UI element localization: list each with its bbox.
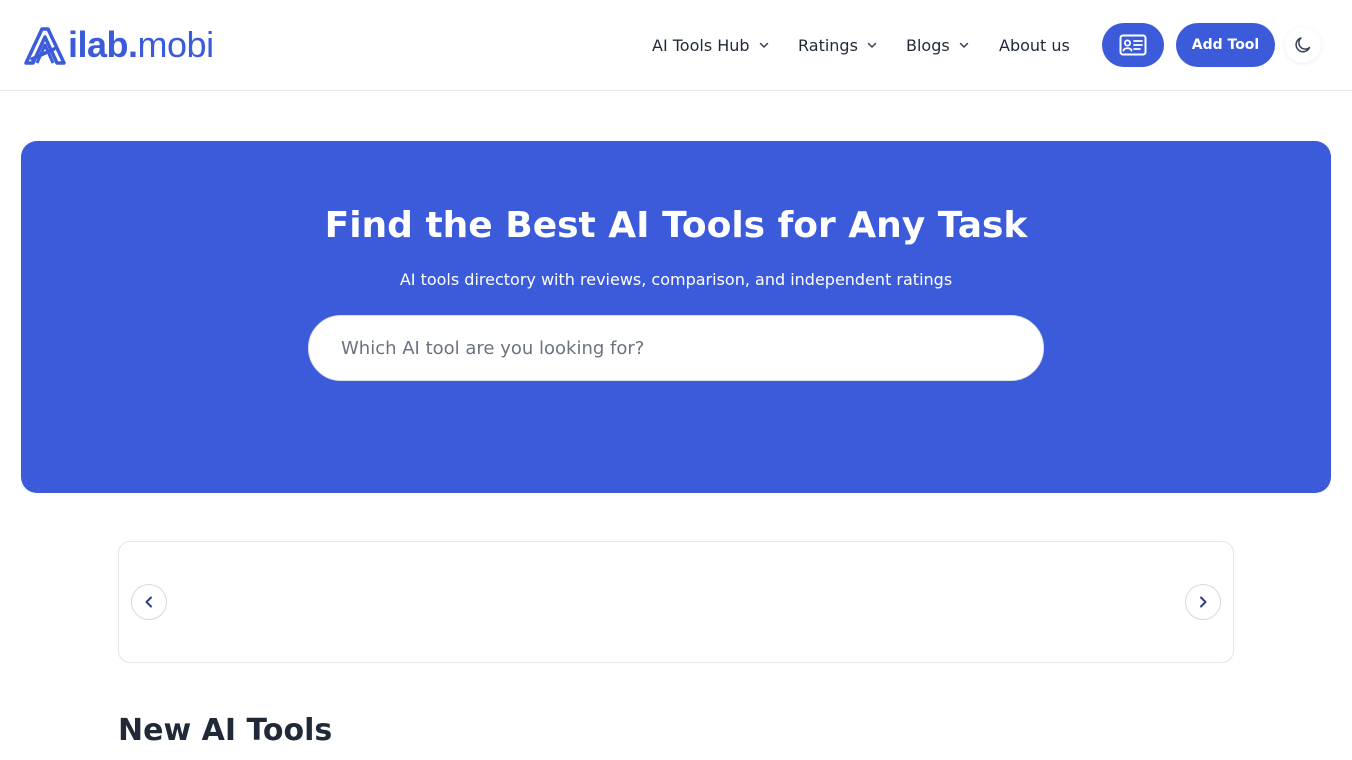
chevron-left-icon <box>145 596 152 608</box>
add-tool-button[interactable]: Add Tool <box>1176 23 1275 67</box>
hero-title: Find the Best AI Tools for Any Task <box>324 205 1028 246</box>
nav-item-label: Ratings <box>798 35 858 55</box>
nav-item-ai-tools-hub[interactable]: AI Tools Hub <box>652 33 770 57</box>
nav-item-ratings[interactable]: Ratings <box>798 33 878 57</box>
chevron-right-icon <box>1200 596 1207 608</box>
hero-banner: Find the Best AI Tools for Any Task AI t… <box>21 141 1331 493</box>
moon-icon <box>1295 37 1311 53</box>
chevron-down-icon <box>867 42 877 48</box>
nav-item-label: About us <box>999 35 1070 55</box>
site-logo[interactable]: ilab.mobi <box>24 24 214 66</box>
nav-item-label: Blogs <box>906 35 950 55</box>
logo-mark-icon <box>24 27 66 65</box>
site-header: ilab.mobi AI Tools Hub Ratings Blogs Abo… <box>0 0 1352 91</box>
theme-toggle-button[interactable] <box>1285 27 1321 63</box>
logo-text: ilab.mobi <box>68 24 214 65</box>
nav-item-label: AI Tools Hub <box>652 35 750 55</box>
nav-item-blogs[interactable]: Blogs <box>906 33 970 57</box>
featured-carousel <box>118 541 1234 663</box>
nav-item-about-us[interactable]: About us <box>999 33 1070 57</box>
new-ai-tools-heading: New AI Tools <box>118 713 333 748</box>
carousel-prev-button[interactable] <box>131 584 167 620</box>
carousel-next-button[interactable] <box>1185 584 1221 620</box>
id-card-icon <box>1119 34 1147 56</box>
id-card-button[interactable] <box>1102 23 1164 67</box>
chevron-down-icon <box>959 42 968 48</box>
search-input[interactable] <box>308 315 1044 381</box>
chevron-down-icon <box>759 42 768 48</box>
hero-subtitle: AI tools directory with reviews, compari… <box>399 270 953 289</box>
